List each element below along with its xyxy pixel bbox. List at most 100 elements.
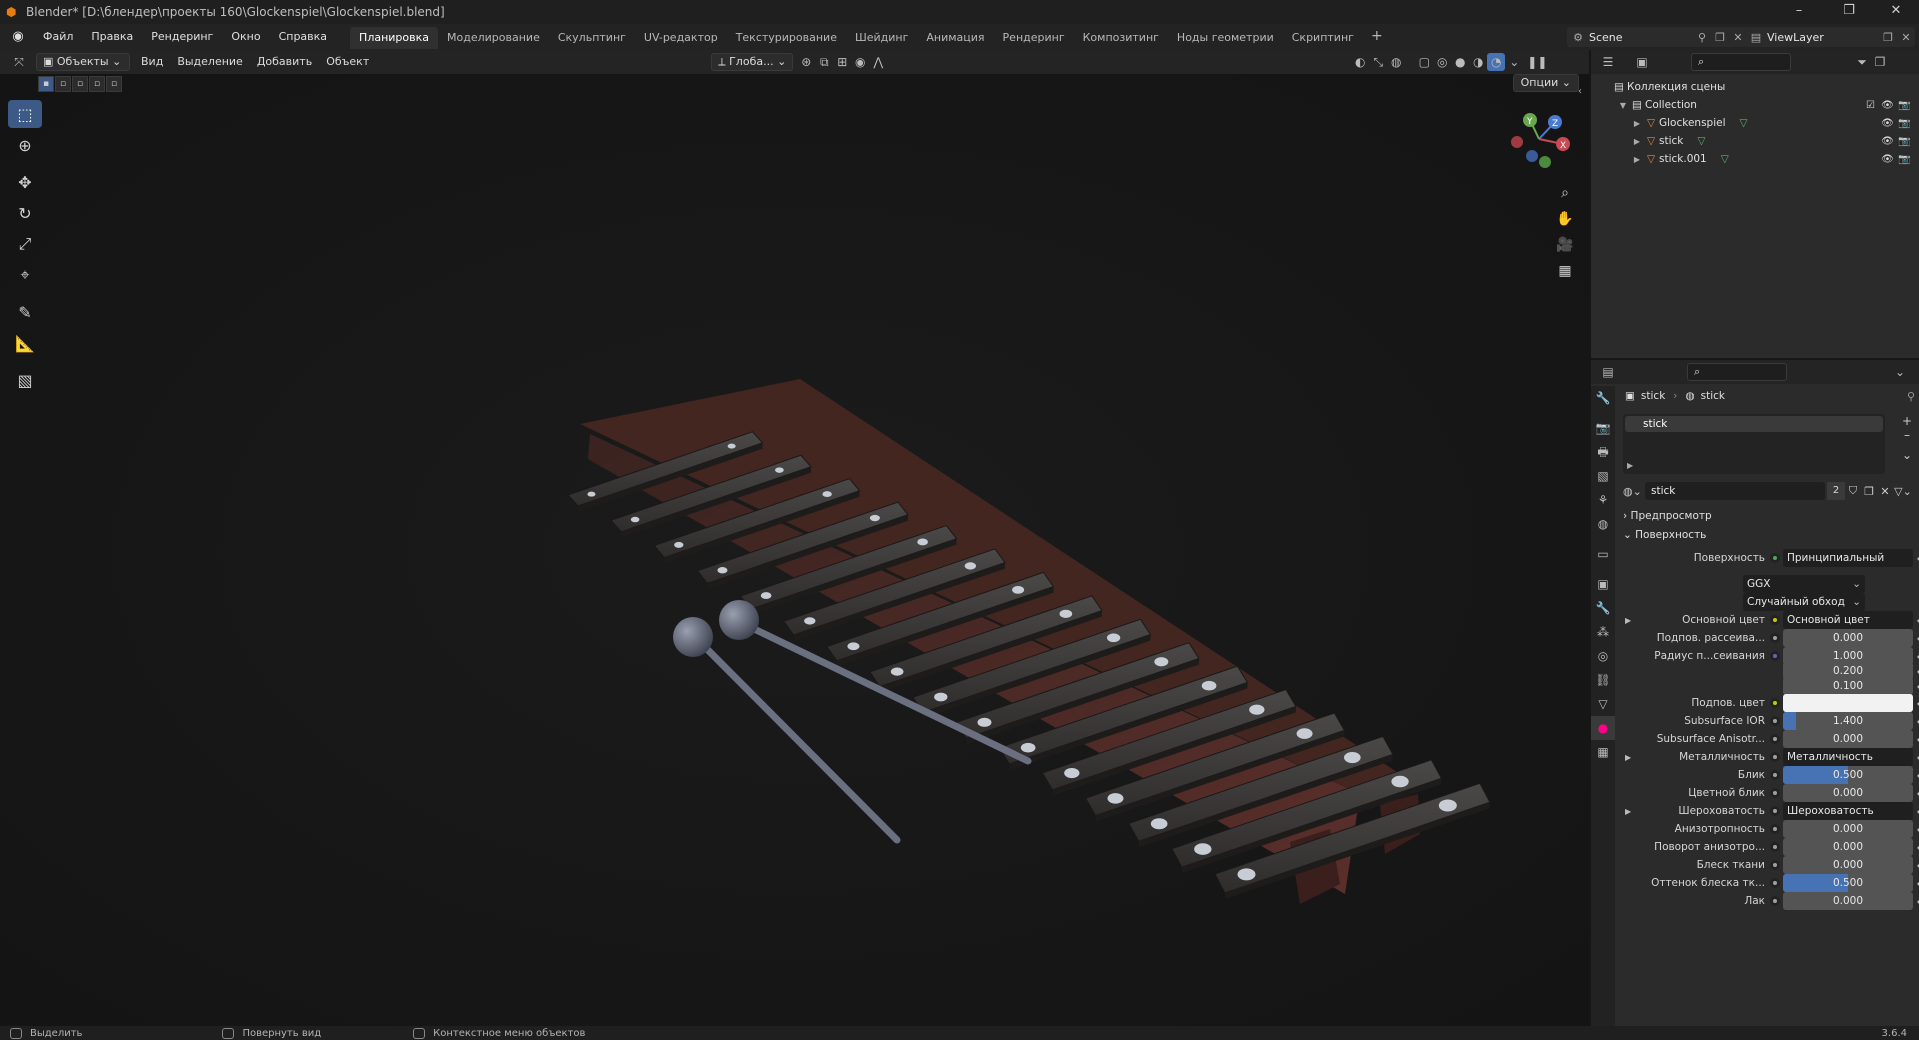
camera-icon[interactable]: 📷 xyxy=(1896,118,1913,129)
particles-tab-icon[interactable]: ⁂ xyxy=(1591,620,1615,644)
outliner-editor-type-icon[interactable]: ☰ xyxy=(1599,53,1617,71)
socket-link-field[interactable]: Принципиальный BSDF xyxy=(1783,549,1913,567)
expand-icon[interactable]: ▼ xyxy=(1617,101,1629,110)
editor-type-icon[interactable]: ⤧ xyxy=(10,53,28,71)
dropdown-field[interactable]: GGX ⌄ xyxy=(1743,575,1865,593)
expand-icon[interactable]: ▶ xyxy=(1625,807,1631,816)
navigation-gizmo[interactable]: Z X Y xyxy=(1505,104,1575,174)
3d-viewport[interactable]: ▪ ▫ ▫ ▫ ▫ Опции ⌄ ⬚ ⊕ ✥ ↻ ⤢ ⌖ ✎ 📐 ▧ Z X … xyxy=(0,74,1589,1026)
socket-icon[interactable] xyxy=(1770,788,1780,798)
number-field[interactable]: 0.000 xyxy=(1783,838,1913,856)
surface-section-header[interactable]: ⌄ Поверхность xyxy=(1617,525,1919,545)
shading-options-icon[interactable]: ⌄ xyxy=(1505,53,1523,71)
pause-render-icon[interactable]: ❚❚ xyxy=(1527,53,1547,71)
tab-geometry-nodes[interactable]: Ноды геометрии xyxy=(1168,27,1283,49)
visibility-icon[interactable]: ◐ xyxy=(1351,53,1369,71)
data-tab-icon[interactable]: ▽ xyxy=(1591,692,1615,716)
sidebar-toggle-icon[interactable]: ‹ xyxy=(1578,86,1582,97)
menu-view[interactable]: Вид xyxy=(134,50,170,74)
tab-compositing[interactable]: Композитинг xyxy=(1074,27,1168,49)
world-tab-icon[interactable]: ◍ xyxy=(1591,512,1615,536)
tab-modeling[interactable]: Моделирование xyxy=(438,27,549,49)
socket-icon[interactable] xyxy=(1770,824,1780,834)
material-tab-icon[interactable]: ● xyxy=(1591,716,1615,740)
tab-texture-paint[interactable]: Текстурирование xyxy=(727,27,846,49)
maximize-button[interactable]: ❐ xyxy=(1826,0,1872,24)
dropdown-field[interactable]: Случайный обход ⌄ xyxy=(1743,593,1865,611)
object-tab-icon[interactable]: ▣ xyxy=(1591,572,1615,596)
number-field[interactable]: 0.000 xyxy=(1783,730,1913,748)
menu-object[interactable]: Объект xyxy=(319,50,376,74)
filter-icon[interactable]: ⏷ xyxy=(1853,53,1871,71)
number-field[interactable]: 0.500 xyxy=(1783,766,1913,784)
outliner-object-row[interactable]: ▶ ▽ Glockenspiel ▽ 👁 📷 xyxy=(1591,114,1919,132)
physics-tab-icon[interactable]: ◎ xyxy=(1591,644,1615,668)
zoom-icon[interactable]: ⌕ xyxy=(1552,180,1578,206)
orientation-dropdown[interactable]: ⟂ Глоба... ⌄ xyxy=(711,53,794,71)
add-slot-icon[interactable]: + xyxy=(1899,414,1915,428)
number-field[interactable]: 0.000 xyxy=(1783,820,1913,838)
color-swatch[interactable] xyxy=(1783,694,1913,712)
camera-icon[interactable]: 📷 xyxy=(1896,136,1913,147)
outliner-root-row[interactable]: ▤ Коллекция сцены xyxy=(1591,78,1919,96)
socket-icon[interactable] xyxy=(1770,553,1780,563)
minimize-button[interactable]: – xyxy=(1776,0,1822,24)
material-slot-list[interactable]: stick ▶ xyxy=(1623,414,1885,474)
expand-icon[interactable]: ▶ xyxy=(1631,119,1643,128)
socket-link-field[interactable]: Металличность xyxy=(1783,748,1913,766)
user-count[interactable]: 2 xyxy=(1827,482,1845,500)
expand-icon[interactable]: ▶ xyxy=(1631,155,1643,164)
outliner-search-input[interactable]: ⌕ xyxy=(1691,53,1791,71)
constraints-tab-icon[interactable]: ⛓ xyxy=(1591,668,1615,692)
socket-icon[interactable] xyxy=(1770,842,1780,852)
material-shading-icon[interactable]: ◑ xyxy=(1469,53,1487,71)
eye-icon[interactable]: 👁 xyxy=(1879,118,1896,129)
rendered-shading-icon[interactable]: ◔ xyxy=(1487,53,1506,71)
close-button[interactable]: ✕ xyxy=(1873,0,1919,24)
unlink-icon[interactable]: ✕ xyxy=(1877,485,1893,498)
texture-tab-icon[interactable]: ▦ xyxy=(1591,740,1615,764)
menu-window[interactable]: Окно xyxy=(222,24,269,50)
snap-target-icon[interactable]: ⊞ xyxy=(833,53,851,71)
eye-icon[interactable]: 👁 xyxy=(1879,136,1896,147)
number-field[interactable]: 0.500 xyxy=(1783,874,1913,892)
blender-menu-icon[interactable]: ◉ xyxy=(10,29,26,45)
expand-icon[interactable]: ▶ xyxy=(1625,753,1631,762)
socket-icon[interactable] xyxy=(1770,806,1780,816)
tool-tab-icon[interactable]: 🔧 xyxy=(1591,386,1615,410)
socket-icon[interactable] xyxy=(1770,896,1780,906)
material-name-field[interactable]: stick xyxy=(1645,482,1825,500)
socket-link-field[interactable]: Шероховатость xyxy=(1783,802,1913,820)
menu-file[interactable]: Файл xyxy=(34,24,82,50)
link-type-icon[interactable]: ▽⌄ xyxy=(1893,485,1913,498)
browse-material-icon[interactable]: ◍⌄ xyxy=(1623,485,1645,498)
pin-icon[interactable]: ⚲ xyxy=(1907,390,1915,403)
perspective-grid-icon[interactable]: ▦ xyxy=(1552,258,1578,284)
socket-icon[interactable] xyxy=(1770,651,1780,661)
snap-icon[interactable]: ⧉ xyxy=(815,53,833,71)
collection-tab-icon[interactable]: ▭ xyxy=(1591,542,1615,566)
number-field[interactable]: 0.000 xyxy=(1783,892,1913,910)
tab-uv-editing[interactable]: UV-редактор xyxy=(635,27,727,49)
view-layer-tab-icon[interactable]: ▧ xyxy=(1591,464,1615,488)
render-tab-icon[interactable]: 📷 xyxy=(1591,416,1615,440)
socket-icon[interactable] xyxy=(1770,770,1780,780)
properties-editor-type-icon[interactable]: ▤ xyxy=(1599,363,1617,381)
new-scene-icon[interactable]: ❐ xyxy=(1711,31,1729,44)
number-field[interactable]: 0.000 xyxy=(1783,856,1913,874)
menu-render[interactable]: Рендеринг xyxy=(142,24,222,50)
tab-scripting[interactable]: Скриптинг xyxy=(1283,27,1363,49)
output-tab-icon[interactable]: 🖶 xyxy=(1591,440,1615,464)
pin-icon[interactable]: ⚲ xyxy=(1693,31,1711,44)
slot-menu-icon[interactable]: ⌄ xyxy=(1899,448,1915,462)
add-workspace-icon[interactable]: + xyxy=(1363,25,1391,49)
socket-icon[interactable] xyxy=(1770,633,1780,643)
number-field[interactable]: 0.000 xyxy=(1783,784,1913,802)
new-collection-icon[interactable]: ❐ xyxy=(1871,53,1889,71)
pivot-icon[interactable]: ⊛ xyxy=(797,53,815,71)
number-field[interactable]: 1.400 xyxy=(1783,712,1913,730)
menu-select[interactable]: Выделение xyxy=(170,50,250,74)
duplicate-icon[interactable]: ❐ xyxy=(1861,485,1877,498)
outliner-collection-row[interactable]: ▼ ▤ Collection ☑ 👁 📷 xyxy=(1591,96,1919,114)
socket-link-field[interactable]: Основной цвет xyxy=(1783,611,1913,629)
